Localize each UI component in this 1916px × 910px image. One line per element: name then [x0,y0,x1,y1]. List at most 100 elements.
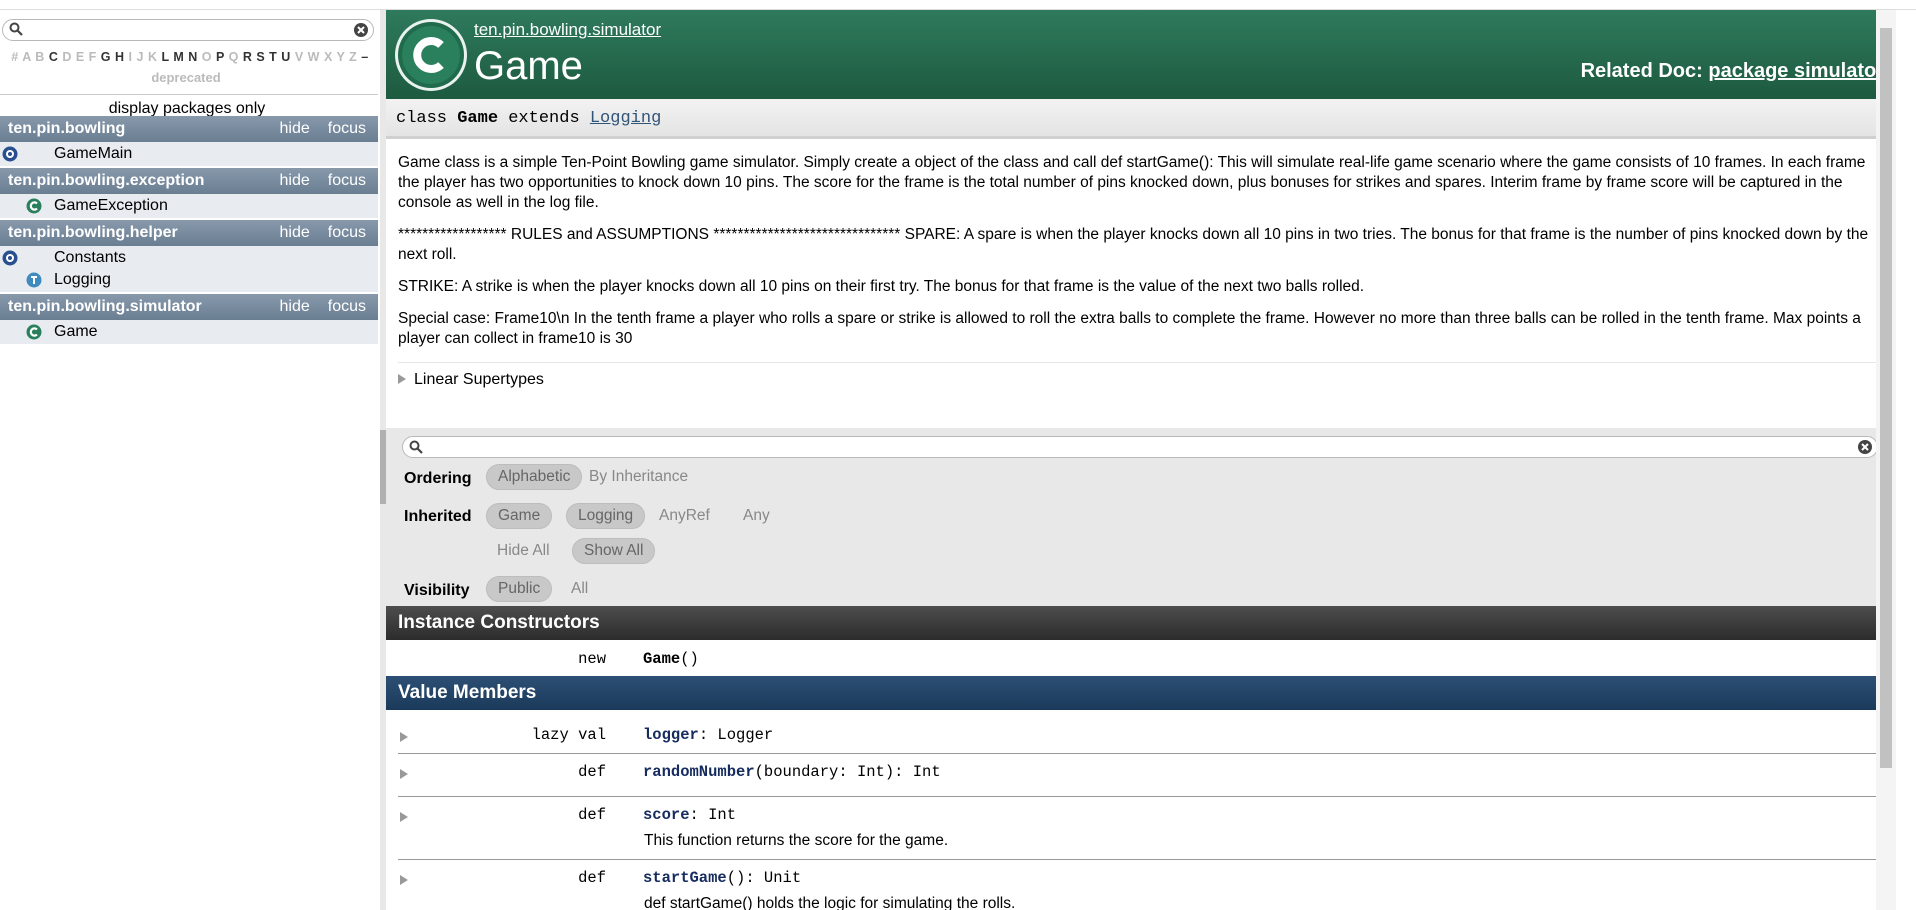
value-member-row[interactable]: def randomNumber(boundary: Int): Int [386,763,1884,799]
member-separator [398,796,1884,797]
related-doc-link[interactable]: package simulator [1708,60,1884,82]
sidebar-entity-label: Game [54,323,98,340]
linear-supertypes-toggle[interactable]: Linear Supertypes [398,362,1884,389]
package-hide-link[interactable]: hide [280,120,310,137]
package-hide-link[interactable]: hide [280,172,310,189]
class-comment: Game class is a simple Ten-Point Bowling… [398,153,1888,361]
member-separator [398,753,1884,754]
show-all-button[interactable]: Show All [572,538,656,564]
letter-index-item[interactable]: T [269,50,277,64]
value-member-row[interactable]: def startGame(): Unit def startGame() hold… [386,869,1884,910]
package-name[interactable]: ten.pin.bowling [8,120,125,137]
letter-index-item[interactable]: U [281,50,291,64]
package-header[interactable]: ten.pin.bowling.helper hide focus [0,220,378,246]
package-hide-link[interactable]: hide [280,298,310,315]
sidebar-entity-logging[interactable]: Logging [0,268,378,292]
member-signature: randomNumber(boundary: Int): Int [643,763,941,781]
expand-triangle-icon[interactable] [400,875,408,885]
letter-index-item: X [323,50,333,64]
value-member-row[interactable]: def score: Int This function returns the s… [386,806,1884,858]
trait-icon [26,272,42,288]
member-filter-input[interactable] [402,436,1878,458]
letter-index-item: W [307,50,320,64]
expand-triangle-icon[interactable] [400,769,408,779]
main-scrollbar-thumb[interactable] [1880,28,1892,768]
letter-index-item[interactable]: C [49,50,59,64]
member-name[interactable]: Game [643,650,680,668]
package-name[interactable]: ten.pin.bowling.exception [8,172,204,189]
related-doc-label: Related Doc: [1580,60,1703,82]
comment-paragraph: Special case: Frame10\n In the tenth fra… [398,310,1861,347]
class-icon [26,198,42,214]
comment-paragraph: Game class is a simple Ten-Point Bowling… [398,154,1866,211]
package-focus-link[interactable]: focus [328,120,366,137]
member-type: : Logger [698,726,774,744]
expand-triangle-icon[interactable] [400,812,408,822]
sidebar-entity-gamemain[interactable]: GameMain [0,142,378,166]
inherited-label: Inherited [404,508,472,525]
clear-filter-icon[interactable] [1857,439,1873,455]
package-path-link[interactable]: ten.pin.bowling.simulator [474,20,661,40]
definition-header: ten.pin.bowling.simulator Game Related D… [386,10,1896,99]
visibility-all[interactable]: All [560,576,599,602]
sidebar-search-input[interactable] [2,19,374,41]
member-keyword: def [578,763,606,781]
ordering-alphabetic[interactable]: Alphabetic [486,464,583,490]
deprecated-link[interactable]: deprecated [0,70,372,85]
inherited-game[interactable]: Game [486,503,553,529]
package-hide-link[interactable]: hide [280,224,310,241]
member-signature: score: Int [643,806,736,824]
main-scrollbar[interactable] [1876,10,1896,910]
package-name[interactable]: ten.pin.bowling.helper [8,224,178,241]
letter-index-item[interactable]: – [361,50,368,64]
package-focus-link[interactable]: focus [328,224,366,241]
letter-index-item[interactable]: N [188,50,198,64]
search-icon [409,440,423,454]
member-name[interactable]: startGame [643,869,727,887]
sidebar-entity-constants[interactable]: Constants [0,246,378,270]
hide-all-button[interactable]: Hide All [486,538,561,564]
object-icon [2,146,18,162]
letter-index-item[interactable]: R [243,50,253,64]
letter-index-item: F [88,50,97,64]
visibility-public[interactable]: Public [486,576,553,602]
letter-index-item[interactable]: S [256,50,265,64]
package-header[interactable]: ten.pin.bowling.exception hide focus [0,168,378,194]
value-member-row[interactable]: lazy val logger: Logger [386,726,1884,762]
member-filter-panel: Ordering Alphabetic By Inheritance Inher… [386,428,1896,616]
package-focus-link[interactable]: focus [328,172,366,189]
related-doc: Related Doc: package simulator [1581,60,1884,83]
sidebar-entity-gameexception[interactable]: GameException [0,194,378,218]
sidebar-entity-game[interactable]: Game [0,320,378,344]
expand-triangle-icon[interactable] [400,732,408,742]
ordering-by-inheritance[interactable]: By Inheritance [578,464,699,490]
sidebar-divider [0,94,378,95]
letter-index-item: # [11,50,19,64]
member-separator [398,859,1884,860]
letter-index-item[interactable]: P [216,50,225,64]
inherited-any[interactable]: Any [732,503,781,529]
letter-index-item[interactable]: M [173,50,184,64]
signature-parent-link[interactable]: Logging [590,109,661,128]
package-header[interactable]: ten.pin.bowling.simulator hide focus [0,294,378,320]
package-focus-link[interactable]: focus [328,298,366,315]
letter-index-item[interactable]: L [161,50,169,64]
letter-index-item[interactable]: H [115,50,125,64]
member-keyword: def [578,806,606,824]
signature-keyword-class: class [396,109,448,128]
member-name[interactable]: randomNumber [643,763,755,781]
inherited-logging[interactable]: Logging [566,503,646,529]
linear-supertypes-label: Linear Supertypes [414,371,544,388]
inherited-anyref[interactable]: AnyRef [648,503,721,529]
member-keyword: lazy val [531,726,606,744]
letter-index-item: I [128,50,133,64]
clear-search-icon[interactable] [353,22,369,38]
member-name[interactable]: score [643,806,690,824]
main-content: ten.pin.bowling.simulator Game Related D… [386,10,1896,910]
package-header[interactable]: ten.pin.bowling hide focus [0,116,378,142]
letter-index-item[interactable]: G [101,50,111,64]
visibility-label: Visibility [404,582,470,599]
member-name[interactable]: logger [643,726,699,744]
package-name[interactable]: ten.pin.bowling.simulator [8,298,202,315]
member-type: : Int [689,806,737,824]
